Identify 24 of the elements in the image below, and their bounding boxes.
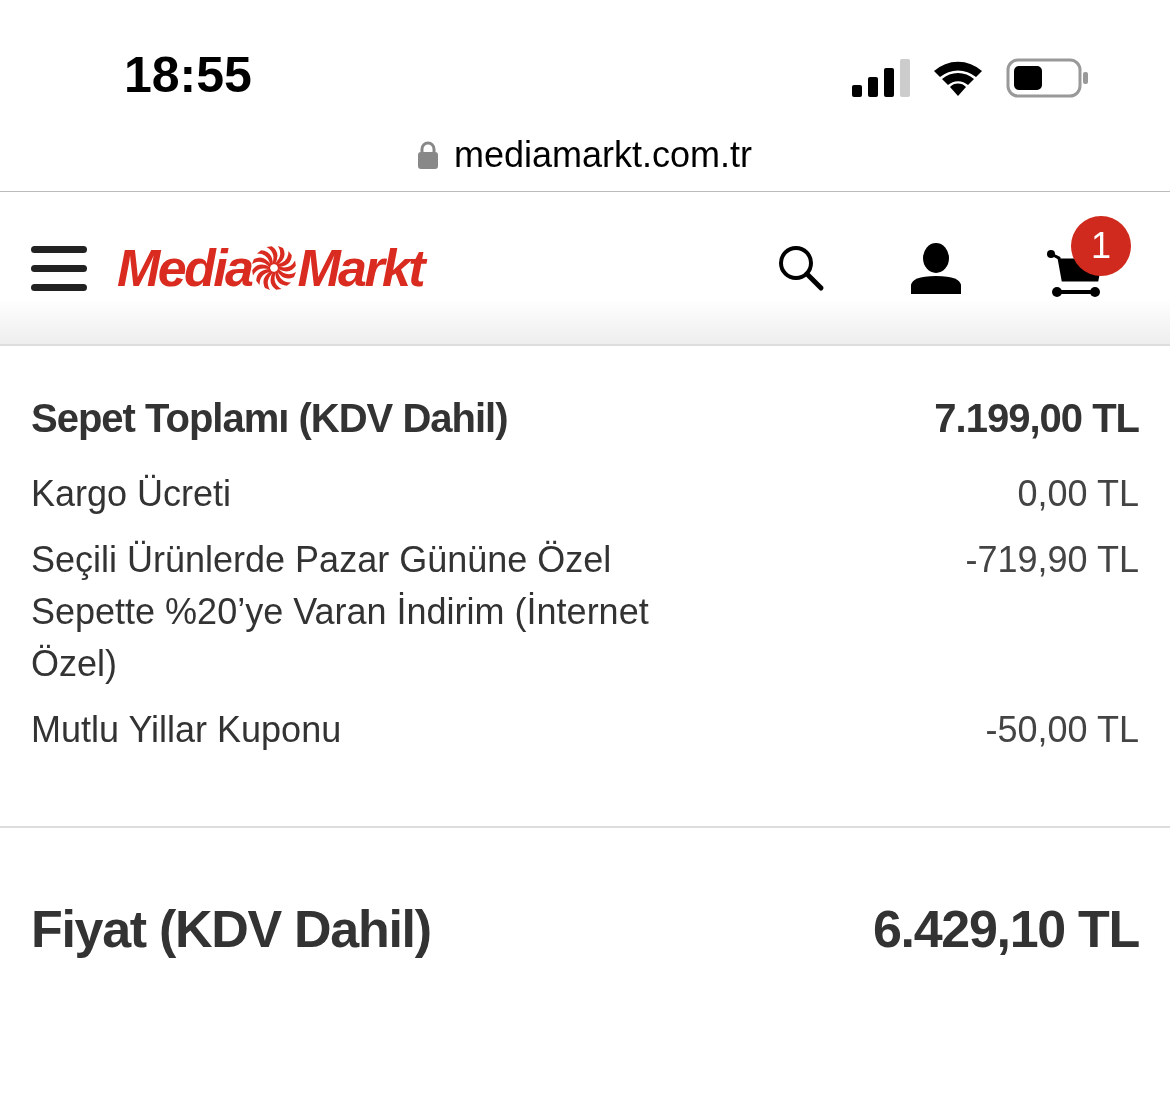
lock-icon <box>417 141 438 169</box>
summary-label: Kargo Ücreti <box>31 472 233 516</box>
url-text[interactable]: mediamarkt.com.tr <box>453 128 753 182</box>
battery-icon <box>1006 58 1090 98</box>
signal-icon <box>852 59 910 97</box>
summary-value: -719,90 TL <box>965 538 1139 582</box>
spiral-icon <box>251 245 298 291</box>
cart-badge: 1 <box>1071 216 1131 276</box>
menu-icon[interactable] <box>31 244 87 292</box>
wifi-icon <box>932 59 984 97</box>
user-icon[interactable] <box>911 242 961 294</box>
summary-value: 0,00 TL <box>1017 472 1139 516</box>
search-icon[interactable] <box>777 244 825 292</box>
subtotal-label: Sepet Toplamı (KDV Dahil) <box>31 395 508 442</box>
total-value: 6.429,10 TL <box>872 899 1139 960</box>
total-label: Fiyat (KDV Dahil) <box>31 899 431 960</box>
logo[interactable]: Media Markt <box>117 242 424 294</box>
logo-text: Media <box>117 242 252 294</box>
logo-text: Markt <box>297 242 424 294</box>
summary-value: -50,00 TL <box>985 708 1139 752</box>
subtotal-value: 7.199,00 TL <box>934 395 1139 442</box>
summary-label: Mutlu Yillar Kuponu <box>31 708 343 752</box>
summary-label: Seçili Ürünlerde Pazar Gününe Özel Sepette %20’ye Varan İndirim (İnternet Özel) <box>31 538 650 686</box>
clock: 18:55 <box>124 50 252 100</box>
